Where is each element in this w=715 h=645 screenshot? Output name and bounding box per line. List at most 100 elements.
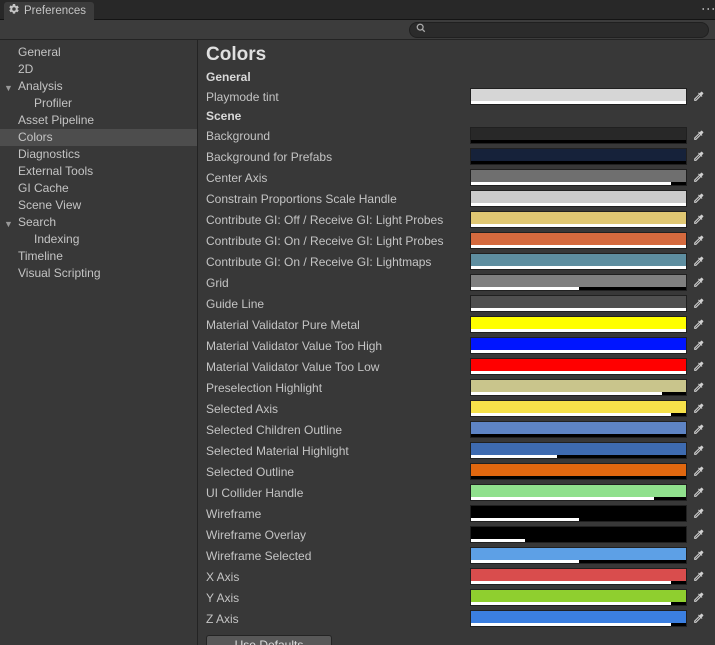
- color-swatch[interactable]: [470, 484, 687, 501]
- eyedropper-icon[interactable]: [689, 211, 707, 228]
- color-field: [470, 127, 707, 144]
- color-swatch[interactable]: [470, 88, 687, 105]
- color-field: [470, 526, 707, 543]
- alpha-fill: [471, 518, 579, 521]
- color-swatch[interactable]: [470, 274, 687, 291]
- sidebar-item-external-tools[interactable]: External Tools: [0, 163, 197, 180]
- color-field: [470, 421, 707, 438]
- search-field[interactable]: [409, 22, 709, 38]
- color-swatch[interactable]: [470, 463, 687, 480]
- sidebar-item-diagnostics[interactable]: Diagnostics: [0, 146, 197, 163]
- section-header-scene: Scene: [206, 109, 707, 123]
- eyedropper-icon[interactable]: [689, 589, 707, 606]
- color-swatch[interactable]: [470, 253, 687, 270]
- color-swatch[interactable]: [470, 547, 687, 564]
- color-swatch[interactable]: [470, 379, 687, 396]
- sidebar-item-profiler[interactable]: Profiler: [0, 95, 197, 112]
- eyedropper-icon[interactable]: [689, 568, 707, 585]
- color-swatch[interactable]: [470, 190, 687, 207]
- kebab-menu-icon[interactable]: ⋮: [709, 2, 711, 17]
- eyedropper-icon[interactable]: [689, 88, 707, 105]
- sidebar-item-scene-view[interactable]: Scene View: [0, 197, 197, 214]
- alpha-fill: [471, 455, 557, 458]
- color-swatch-color: [471, 464, 686, 476]
- eyedropper-icon[interactable]: [689, 547, 707, 564]
- color-swatch[interactable]: [470, 148, 687, 165]
- eyedropper-icon[interactable]: [689, 337, 707, 354]
- sidebar-item-2d[interactable]: 2D: [0, 61, 197, 78]
- color-swatch[interactable]: [470, 400, 687, 417]
- color-swatch[interactable]: [470, 211, 687, 228]
- eyedropper-icon[interactable]: [689, 127, 707, 144]
- eyedropper-icon[interactable]: [689, 526, 707, 543]
- eyedropper-icon[interactable]: [689, 316, 707, 333]
- color-row-label: Constrain Proportions Scale Handle: [206, 192, 470, 206]
- color-row-label: Material Validator Pure Metal: [206, 318, 470, 332]
- color-swatch[interactable]: [470, 337, 687, 354]
- color-swatch[interactable]: [470, 127, 687, 144]
- eyedropper-icon[interactable]: [689, 610, 707, 627]
- color-swatch[interactable]: [470, 568, 687, 585]
- alpha-track: [471, 623, 686, 626]
- color-swatch-color: [471, 89, 686, 101]
- sidebar-item-search[interactable]: ▼Search: [0, 214, 197, 231]
- color-swatch[interactable]: [470, 442, 687, 459]
- alpha-track: [471, 476, 686, 479]
- eyedropper-icon[interactable]: [689, 253, 707, 270]
- alpha-fill: [471, 287, 579, 290]
- sidebar-item-analysis[interactable]: ▼Analysis: [0, 78, 197, 95]
- color-row: Contribute GI: On / Receive GI: Light Pr…: [206, 230, 707, 251]
- sidebar-item-indexing[interactable]: Indexing: [0, 231, 197, 248]
- sidebar-item-label: Visual Scripting: [18, 266, 101, 280]
- titlebar: Preferences ⋮: [0, 0, 715, 20]
- color-row-label: Wireframe Selected: [206, 549, 470, 563]
- window-tab-title: Preferences: [24, 5, 86, 17]
- eyedropper-icon[interactable]: [689, 484, 707, 501]
- sidebar-item-general[interactable]: General: [0, 44, 197, 61]
- color-swatch[interactable]: [470, 358, 687, 375]
- eyedropper-icon[interactable]: [689, 442, 707, 459]
- color-swatch-color: [471, 506, 686, 518]
- color-row: Background: [206, 125, 707, 146]
- color-swatch[interactable]: [470, 589, 687, 606]
- sidebar-item-timeline[interactable]: Timeline: [0, 248, 197, 265]
- eyedropper-icon[interactable]: [689, 190, 707, 207]
- color-swatch[interactable]: [470, 232, 687, 249]
- color-row: Selected Children Outline: [206, 419, 707, 440]
- sidebar-item-gi-cache[interactable]: GI Cache: [0, 180, 197, 197]
- sidebar-item-colors[interactable]: Colors: [0, 129, 197, 146]
- eyedropper-icon[interactable]: [689, 358, 707, 375]
- sidebar-item-label: Profiler: [34, 96, 72, 110]
- alpha-track: [471, 560, 686, 563]
- eyedropper-icon[interactable]: [689, 400, 707, 417]
- color-swatch-color: [471, 212, 686, 224]
- color-row: Wireframe Overlay: [206, 524, 707, 545]
- eyedropper-icon[interactable]: [689, 274, 707, 291]
- eyedropper-icon[interactable]: [689, 505, 707, 522]
- alpha-fill: [471, 350, 686, 353]
- color-swatch[interactable]: [470, 421, 687, 438]
- eyedropper-icon[interactable]: [689, 379, 707, 396]
- alpha-fill: [471, 581, 671, 584]
- color-swatch[interactable]: [470, 295, 687, 312]
- color-swatch[interactable]: [470, 610, 687, 627]
- eyedropper-icon[interactable]: [689, 169, 707, 186]
- color-swatch[interactable]: [470, 526, 687, 543]
- color-row: Preselection Highlight: [206, 377, 707, 398]
- section-header-general: General: [206, 70, 707, 84]
- sidebar-item-asset-pipeline[interactable]: Asset Pipeline: [0, 112, 197, 129]
- color-swatch[interactable]: [470, 316, 687, 333]
- eyedropper-icon[interactable]: [689, 232, 707, 249]
- eyedropper-icon[interactable]: [689, 421, 707, 438]
- eyedropper-icon[interactable]: [689, 148, 707, 165]
- color-swatch[interactable]: [470, 505, 687, 522]
- color-swatch[interactable]: [470, 169, 687, 186]
- color-field: [470, 547, 707, 564]
- use-defaults-button[interactable]: Use Defaults: [206, 635, 332, 645]
- sidebar-item-visual-scripting[interactable]: Visual Scripting: [0, 265, 197, 282]
- eyedropper-icon[interactable]: [689, 463, 707, 480]
- window-tab[interactable]: Preferences: [4, 2, 94, 20]
- search-input[interactable]: [430, 24, 702, 36]
- alpha-track: [471, 413, 686, 416]
- eyedropper-icon[interactable]: [689, 295, 707, 312]
